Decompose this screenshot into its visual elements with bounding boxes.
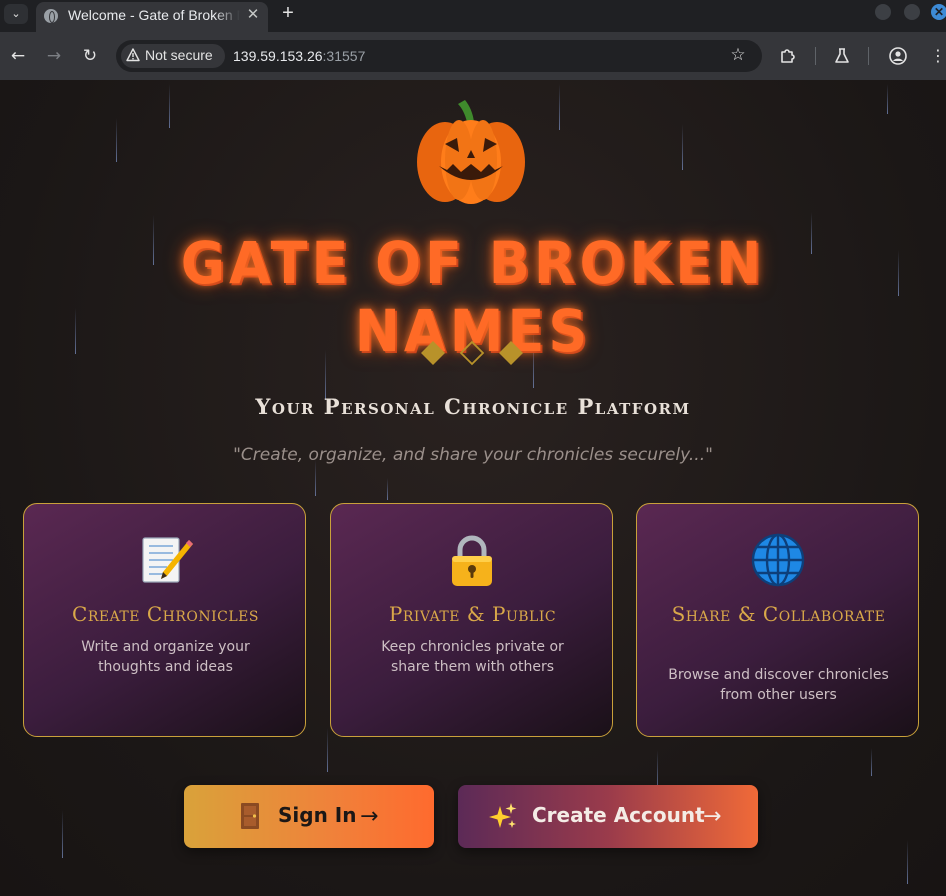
feature-card-share-collaborate: Share & Collaborate Browse and discover … [636,503,919,737]
rain-streak [898,250,899,296]
sparkles-icon [489,803,517,828]
extensions-puzzle-icon[interactable] [778,46,798,66]
diamond-divider-icon [421,340,523,366]
labs-flask-icon[interactable] [832,46,852,66]
landing-page: Gate of Broken Names Your Personal Chron… [0,80,946,896]
rain-streak [169,84,170,128]
feature-description: Browse and discover chronicles from othe… [668,667,889,703]
pumpkin-icon [417,100,525,204]
rain-streak [327,728,328,772]
warning-triangle-icon [126,48,140,62]
tab-title: Welcome - Gate of Broken Names [68,7,240,23]
rain-streak [75,308,76,354]
rain-streak [682,124,683,170]
right-arrow-icon: → [703,804,722,829]
create-account-button[interactable]: Create Account → [458,785,758,848]
back-arrow-icon[interactable]: ← [6,44,30,68]
right-arrow-icon: → [360,804,379,829]
memo-icon [142,537,193,583]
rain-streak [907,840,908,884]
feature-card-private-public: Private & Public Keep chronicles private… [330,503,613,737]
feature-description: Write and organize your thoughts and ide… [81,639,250,675]
tab-search-button[interactable]: ⌄ [4,4,28,24]
rain-streak [887,84,888,114]
minimize-window-button[interactable] [875,4,891,20]
rain-streak [871,748,872,776]
create-account-label: Create Account [532,803,705,827]
feature-description: Keep chronicles private or share them wi… [381,639,564,675]
maximize-window-button[interactable] [904,4,920,20]
sign-in-label: Sign In [278,803,357,827]
close-window-button[interactable]: ✕ [931,4,946,20]
rain-streak [315,460,316,496]
rain-streak [559,84,560,130]
intro-quote: "Create, organize, and share your chroni… [233,445,713,465]
bookmark-star-icon[interactable]: ☆ [728,45,748,65]
tab-close-icon[interactable]: ✕ [244,6,262,24]
feature-title: Create Chronicles [72,602,259,626]
toolbar-separator [868,47,869,65]
active-tab[interactable]: Welcome - Gate of Broken Names ✕ [36,2,268,32]
globe-icon [751,533,805,587]
feature-title: Share & Collaborate [671,602,886,626]
toolbar-separator [815,47,816,65]
url-host: 139.59.153.26 [233,48,323,64]
rain-streak [387,478,388,500]
new-tab-button[interactable]: + [278,2,298,24]
door-icon [241,803,259,829]
reload-icon[interactable]: ↻ [78,44,102,68]
browser-menu-icon[interactable]: ⋮ [930,46,946,66]
profile-avatar-icon[interactable] [888,46,908,66]
feature-title: Private & Public [388,602,557,626]
feature-card-create-chronicles: Create Chronicles Write and organize you… [23,503,306,737]
rain-streak [62,810,63,858]
tagline: Your Personal Chronicle Platform [255,394,691,419]
not-secure-label: Not secure [145,47,213,63]
url-port: :31557 [322,48,366,64]
lock-icon [452,535,492,586]
url-text[interactable]: 139.59.153.26:31557 [233,48,365,64]
sign-in-button[interactable]: Sign In → [184,785,434,848]
rain-streak [116,118,117,162]
forward-arrow-icon[interactable]: → [42,44,66,68]
rain-streak [657,750,658,790]
tab-strip: ⌄ Welcome - Gate of Broken Names ✕ + ✕ [0,0,946,32]
globe-favicon-icon [44,9,58,23]
